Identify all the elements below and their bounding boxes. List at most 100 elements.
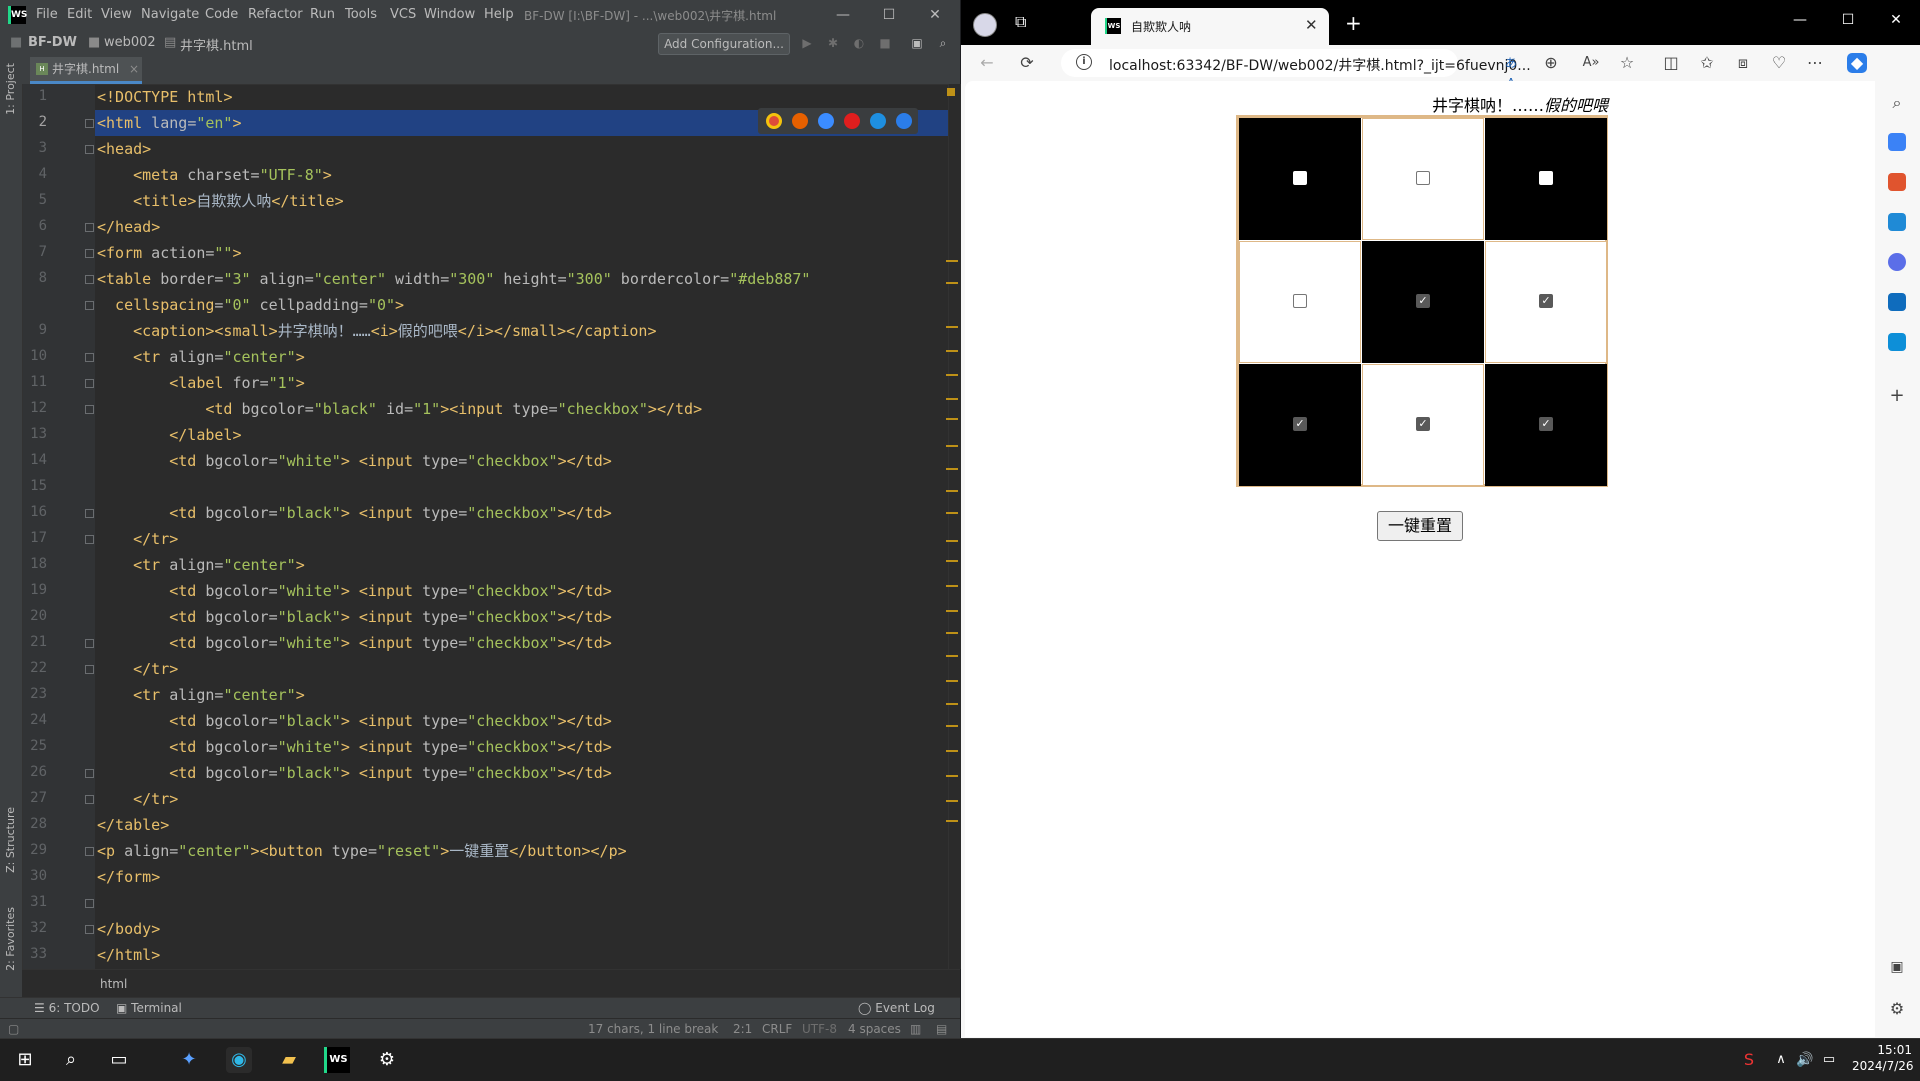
- search-icon[interactable]: ⌕: [936, 36, 950, 50]
- code-line[interactable]: <head>: [97, 136, 151, 162]
- menu-code[interactable]: Code: [205, 7, 238, 22]
- warning-stripe-mark[interactable]: [946, 775, 958, 777]
- crumb-project[interactable]: BF-DW: [28, 35, 77, 50]
- taskbar-steam-icon[interactable]: ⚙: [374, 1047, 400, 1073]
- sidebar-settings-icon[interactable]: ⚙: [1888, 999, 1906, 1018]
- warning-stripe-mark[interactable]: [946, 750, 958, 752]
- safari-icon[interactable]: [818, 113, 834, 129]
- code-line[interactable]: <table border="3" align="center" width="…: [97, 266, 810, 292]
- fold-marker-icon[interactable]: [85, 509, 94, 518]
- run-icon[interactable]: ▶: [800, 36, 814, 50]
- task-view-icon[interactable]: ▭: [106, 1047, 132, 1073]
- ide-minimize-button[interactable]: —: [820, 0, 866, 30]
- crumb-folder[interactable]: web002: [104, 35, 156, 50]
- fold-marker-icon[interactable]: [85, 535, 94, 544]
- terminal-tool-tab[interactable]: ▣ Terminal: [116, 1001, 182, 1015]
- fold-marker-icon[interactable]: [85, 795, 94, 804]
- code-line[interactable]: <tr align="center">: [97, 344, 305, 370]
- code-line[interactable]: </body>: [97, 916, 160, 942]
- menu-tools[interactable]: Tools: [345, 7, 377, 22]
- warning-stripe-mark[interactable]: [946, 512, 958, 514]
- firefox-icon[interactable]: [792, 113, 808, 129]
- sidebar-games-icon[interactable]: [1888, 213, 1906, 231]
- favorites-icon[interactable]: ✩: [1697, 53, 1717, 73]
- code-line[interactable]: <tr align="center">: [97, 682, 305, 708]
- warning-stripe-mark[interactable]: [946, 350, 958, 352]
- warning-stripe-mark[interactable]: [946, 418, 958, 420]
- code-line[interactable]: <meta charset="UTF-8">: [97, 162, 332, 188]
- fold-marker-icon[interactable]: [85, 353, 94, 362]
- menu-refactor[interactable]: Refactor: [248, 7, 303, 22]
- code-line[interactable]: </tr>: [97, 786, 178, 812]
- inspector-icon[interactable]: ▤: [936, 1022, 947, 1036]
- warning-stripe-mark[interactable]: [946, 680, 958, 682]
- taskbar-edge-icon[interactable]: ◉: [226, 1047, 252, 1073]
- menu-file[interactable]: File: [36, 7, 58, 22]
- crumb-file[interactable]: 井字棋.html: [180, 35, 253, 54]
- code-line[interactable]: <td bgcolor="white"> <input type="checkb…: [97, 734, 612, 760]
- warning-stripe-mark[interactable]: [946, 725, 958, 727]
- stop-icon[interactable]: ■: [878, 36, 892, 50]
- favorites-tool-tab[interactable]: 2: Favorites: [4, 907, 17, 971]
- tab-close-icon[interactable]: ✕: [1305, 16, 1318, 34]
- checkbox-unchecked[interactable]: [1293, 171, 1307, 185]
- warning-stripe-mark[interactable]: [946, 468, 958, 470]
- taskbar-clock[interactable]: 15:01 2024/7/26: [1852, 1042, 1914, 1074]
- chrome-icon[interactable]: [766, 113, 782, 129]
- translate-icon[interactable]: あA: [1501, 53, 1521, 90]
- fold-marker-icon[interactable]: [85, 145, 94, 154]
- status-layout-icon[interactable]: ▢: [8, 1022, 19, 1036]
- status-position[interactable]: 2:1: [733, 1022, 752, 1036]
- status-line-separator[interactable]: CRLF: [762, 1022, 792, 1036]
- checkbox-checked[interactable]: ✓: [1293, 417, 1307, 431]
- browser-close-button[interactable]: ✕: [1872, 0, 1920, 40]
- warning-stripe-mark[interactable]: [946, 585, 958, 587]
- code-line[interactable]: </form>: [97, 864, 160, 890]
- tray-expand-icon[interactable]: ∧: [1768, 1047, 1794, 1073]
- refresh-icon[interactable]: ⟳: [1017, 53, 1037, 73]
- menu-run[interactable]: Run: [310, 7, 335, 22]
- code-line[interactable]: <td bgcolor="white"> <input type="checkb…: [97, 448, 612, 474]
- code-line[interactable]: <td bgcolor="black"> <input type="checkb…: [97, 604, 612, 630]
- sidebar-outlook-icon[interactable]: [1888, 293, 1906, 311]
- sidebar-screenshot-icon[interactable]: ▣: [1888, 959, 1906, 977]
- warning-stripe-mark[interactable]: [946, 445, 958, 447]
- warning-stripe-mark[interactable]: [946, 800, 958, 802]
- checkbox-unchecked[interactable]: [1293, 294, 1307, 308]
- ide-maximize-button[interactable]: ☐: [866, 0, 912, 30]
- tray-volume-icon[interactable]: 🔊: [1792, 1047, 1818, 1073]
- code-line[interactable]: <p align="center"><button type="reset">一…: [97, 838, 627, 864]
- code-line[interactable]: <label for="1">: [97, 370, 304, 396]
- fold-marker-icon[interactable]: [85, 223, 94, 232]
- tray-network-icon[interactable]: ▭: [1816, 1047, 1842, 1073]
- menu-vcs[interactable]: VCS: [390, 7, 416, 22]
- fold-marker-icon[interactable]: [85, 925, 94, 934]
- code-line[interactable]: cellspacing="0" cellpadding="0">: [97, 292, 404, 318]
- split-screen-icon[interactable]: ◫: [1661, 53, 1681, 73]
- code-line[interactable]: <td bgcolor="white"> <input type="checkb…: [97, 630, 612, 656]
- sidebar-m365-icon[interactable]: [1888, 253, 1906, 271]
- fold-marker-icon[interactable]: [85, 249, 94, 258]
- code-line[interactable]: </tr>: [97, 656, 178, 682]
- ie-icon[interactable]: [870, 113, 886, 129]
- code-editor[interactable]: <!DOCTYPE html> <html lang="en"> <head> <m…: [95, 84, 952, 969]
- warning-stripe-mark[interactable]: [946, 398, 958, 400]
- editor-tab-file[interactable]: H 井字棋.html ×: [30, 57, 142, 84]
- code-line[interactable]: <td bgcolor="black"> <input type="checkb…: [97, 760, 612, 786]
- warning-stripe-mark[interactable]: [946, 540, 958, 542]
- code-line[interactable]: <title>自欺欺人呐</title>: [97, 188, 343, 214]
- tray-ime-icon[interactable]: S: [1736, 1047, 1762, 1073]
- fold-marker-icon[interactable]: [85, 769, 94, 778]
- warning-stripe-mark[interactable]: [946, 703, 958, 705]
- warning-stripe-mark[interactable]: [946, 260, 958, 262]
- back-icon[interactable]: ←: [977, 53, 997, 73]
- status-indent[interactable]: 4 spaces: [848, 1022, 901, 1036]
- menu-view[interactable]: View: [101, 7, 132, 22]
- tab-close-icon[interactable]: ×: [129, 62, 139, 76]
- coverage-icon[interactable]: ◐: [852, 36, 866, 50]
- browser-maximize-button[interactable]: ☐: [1824, 0, 1872, 40]
- event-log-tab[interactable]: ◯ Event Log: [858, 1001, 935, 1015]
- code-line[interactable]: <!DOCTYPE html>: [97, 84, 232, 110]
- edge-icon[interactable]: [896, 113, 912, 129]
- code-line[interactable]: </head>: [97, 214, 160, 240]
